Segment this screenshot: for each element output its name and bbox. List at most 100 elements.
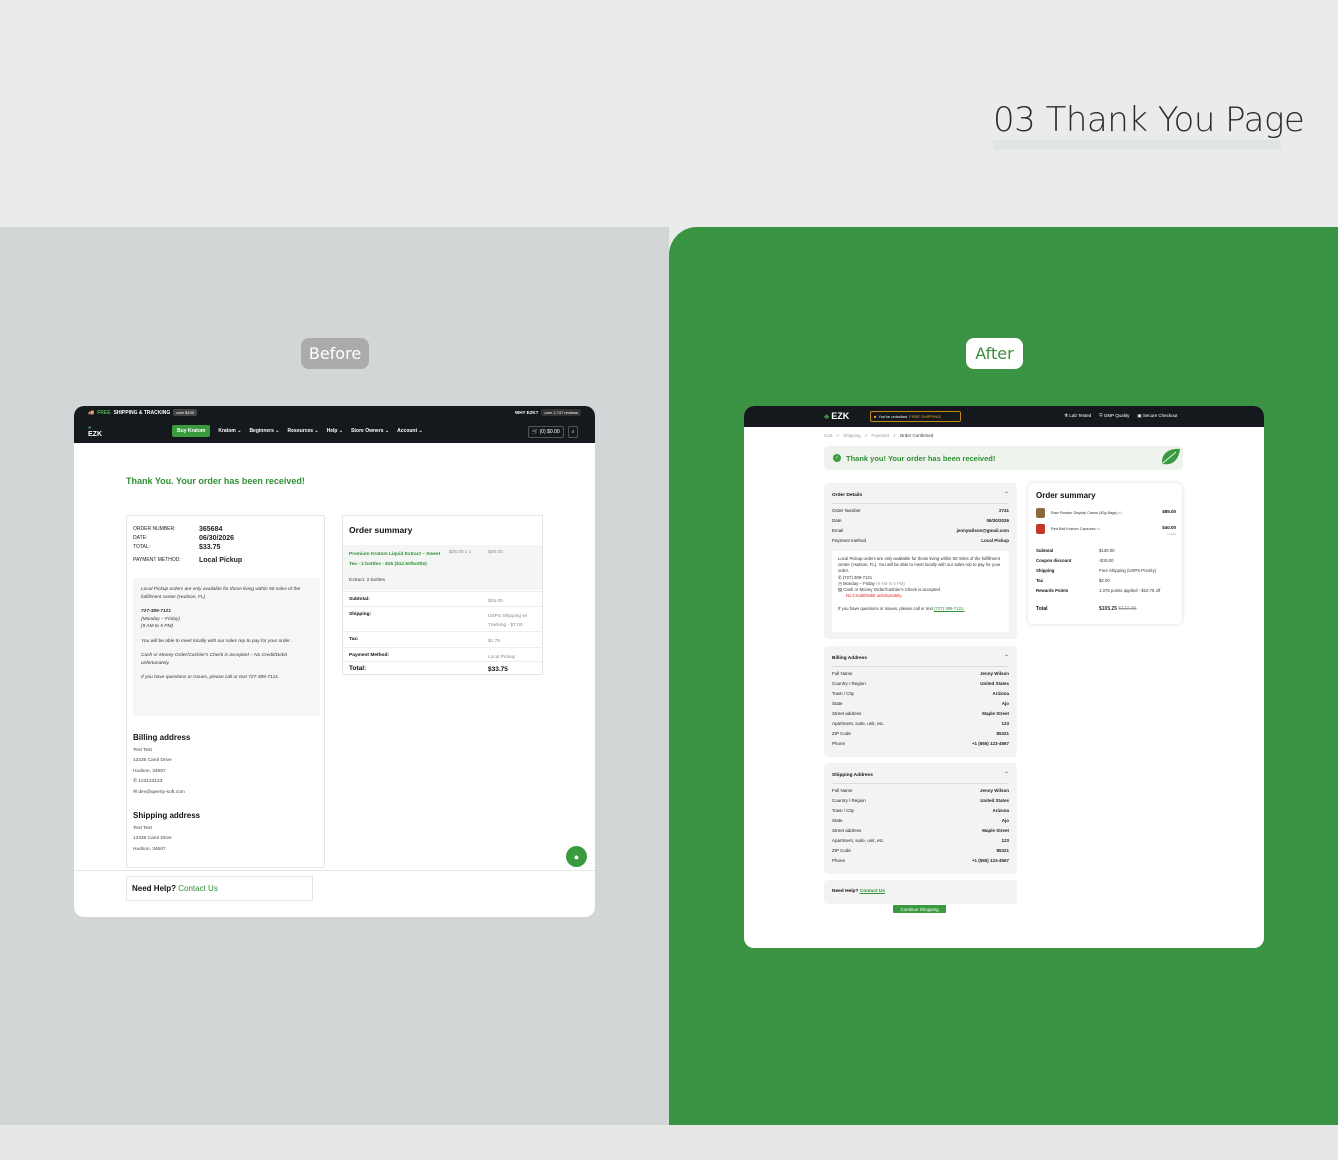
address-row: Country / Region United States <box>832 681 1009 691</box>
summary-label: Coupon discount <box>1036 558 1072 563</box>
address-row: State Ajo <box>832 818 1009 828</box>
order-number-value: 365684 <box>199 526 223 533</box>
address-value: Maple Street <box>982 828 1009 833</box>
contact-us-link[interactable]: Contact Us <box>178 884 218 893</box>
before-label: Before <box>301 338 369 369</box>
address-label: Town / City <box>832 691 855 696</box>
pickup-days: Monday – Friday <box>842 581 875 586</box>
no-card-warning: No Credit/Debit unfortunately. <box>846 593 903 598</box>
address-row: Country / Region United States <box>832 798 1009 808</box>
item-qty: x1 <box>1118 511 1123 515</box>
nav-item-kratom[interactable]: Kratom ⌄ <box>218 428 241 434</box>
detail-value: 2741 <box>998 508 1009 513</box>
summary-label: Rewards Points <box>1036 588 1069 593</box>
address-value: +1 (555) 123-4567 <box>971 741 1009 746</box>
why-ezk[interactable]: WHY EZK? over 2,747 reviews <box>515 409 581 416</box>
nav-item-help[interactable]: Help ⌄ <box>327 428 343 434</box>
product-variant: Extract: 2-bottles <box>349 578 385 583</box>
total-label: TOTAL: <box>133 544 151 550</box>
page-title: 03 Thank You Page <box>993 100 1305 140</box>
chevron-up-icon[interactable]: ⌃ <box>1004 654 1009 661</box>
cart-icon: 🛒 <box>532 429 539 435</box>
item-price: $40.00 <box>1162 525 1176 530</box>
address-row: Phone +1 (555) 123-4567 <box>832 741 1009 751</box>
flask-icon: ⚗ <box>1064 413 1069 418</box>
shipping-line: Hudson, 34667 <box>133 846 166 852</box>
address-row: Street address Maple Street <box>832 828 1009 838</box>
summary-row-value: USPS Shipping w/ Tracking - $7.00 <box>488 614 528 628</box>
need-help-label: Need Help? <box>832 889 859 894</box>
main-nav: Buy Kratom Kratom ⌄ Beginners ⌄ Resource… <box>172 425 423 437</box>
order-summary-title: Order summary <box>349 525 413 535</box>
pickup-payment-text: Cash or Money Order/Cashier's Check is a… <box>843 587 940 592</box>
breadcrumb-cart[interactable]: Cart <box>824 433 833 438</box>
address-value: Arizona <box>992 808 1009 813</box>
nav-item-beginners[interactable]: Beginners ⌄ <box>249 428 279 434</box>
after-label: After <box>966 338 1023 369</box>
cart-total: (0) $0.00 <box>539 429 560 435</box>
chat-icon[interactable]: ● <box>566 846 587 867</box>
contact-us-link[interactable]: Contact Us <box>860 889 885 894</box>
product-name-link[interactable]: Premium Kratom Liquid Extract – Sweet Te… <box>349 550 447 570</box>
order-details-rows: Order Number 2741 Date 06/30/2026 Email jen… <box>832 508 1009 548</box>
breadcrumb-shipping[interactable]: Shipping <box>843 433 861 438</box>
summary-row-value: $25.00 <box>488 599 503 604</box>
billing-line: Test Test <box>133 747 152 753</box>
phone-icon: ✆ <box>838 575 842 580</box>
product-thumbnail <box>1036 508 1045 518</box>
summary-label: Tax <box>1036 578 1044 583</box>
summary-row-label: Subtotal: <box>349 597 370 602</box>
chevron-up-icon[interactable]: ⌃ <box>1004 491 1009 498</box>
logo[interactable]: ♣ EZK <box>824 411 849 421</box>
shipping-promo: 🚚 FREE SHIPPING & TRACKING over $100 <box>88 409 198 416</box>
free-shipping-highlight: FREE SHIPPING! <box>909 414 942 419</box>
payment-method-value: Local Pickup <box>199 557 243 564</box>
detail-label: Email <box>832 528 844 533</box>
badge-label: GMP Quality <box>1103 413 1130 418</box>
continue-shopping-button[interactable]: Continue Shopping <box>893 905 946 913</box>
pickup-phone: 727-389-7121 <box>141 609 171 614</box>
address-value: Arizona <box>992 691 1009 696</box>
pickup-days: (Monday – Friday) <box>141 616 180 622</box>
billing-line: Hudson, 34667 <box>133 768 166 774</box>
search-icon[interactable]: ⌕ <box>567 426 579 438</box>
address-row: Phone +1 (555) 123-4567 <box>832 858 1009 868</box>
bottom-strip <box>0 1125 1338 1160</box>
breadcrumb-payment[interactable]: Payment <box>871 433 889 438</box>
pickup-phone: (727) 389-7121 <box>842 575 873 580</box>
billing-address: Billing address Test Test 13336 Carol Dr… <box>133 733 190 798</box>
chevron-up-icon[interactable]: ⌃ <box>1004 771 1009 778</box>
logo[interactable]: ♣ EZK <box>88 424 102 438</box>
summary-total-label: Total: <box>349 665 367 672</box>
logo-text: EZK <box>831 411 850 421</box>
pickup-meet-text: You will be able to meet locally with ou… <box>141 638 291 644</box>
shipping-address: Shipping address Test Test 13336 Carol D… <box>133 811 200 855</box>
contact-phone-link[interactable]: (727) 389-7121. <box>934 606 965 611</box>
site-header: ♣ EZK ■ You've unlocked FREE SHIPPING! ⚗ La… <box>744 406 1264 427</box>
detail-value: Local Pickup <box>981 538 1009 543</box>
item-qty: x1 <box>1096 527 1101 531</box>
product-qty: $25.00 x 1 <box>449 550 472 555</box>
address-value: +1 (555) 123-4567 <box>971 858 1009 863</box>
site-header: 🚚 FREE SHIPPING & TRACKING over $100 WHY… <box>74 406 595 443</box>
reviews-badge: over 2,747 reviews <box>541 409 581 416</box>
summary-row: Subtotal: $25.00 <box>343 591 542 606</box>
product-thumbnail <box>1036 524 1045 534</box>
badge-label: Lab Tested <box>1069 413 1092 418</box>
billing-phone: ✆ 123123123 <box>133 779 163 784</box>
leaf-icon: ♣ <box>824 411 830 421</box>
buy-kratom-button[interactable]: Buy Kratom <box>172 425 211 437</box>
nav-item-resources[interactable]: Resources ⌄ <box>287 428 318 434</box>
address-label: State <box>832 818 843 823</box>
summary-value: $2.00 <box>1099 578 1110 583</box>
why-ezk-label[interactable]: WHY EZK? <box>515 410 538 415</box>
leaf-icon <box>1162 448 1180 465</box>
date-value: 06/30/2026 <box>199 535 235 542</box>
nav-item-store-owners[interactable]: Store Owners ⌄ <box>351 428 389 434</box>
billing-address-title: Billing address <box>133 733 191 742</box>
section-title: Billing Address <box>832 656 868 661</box>
nav-item-account[interactable]: Account ⌄ <box>397 428 423 434</box>
address-label: Country / Region <box>832 798 866 803</box>
promo-threshold: over $100 <box>173 409 198 416</box>
cart-button[interactable]: 🛒 (0) $0.00 <box>528 426 564 438</box>
